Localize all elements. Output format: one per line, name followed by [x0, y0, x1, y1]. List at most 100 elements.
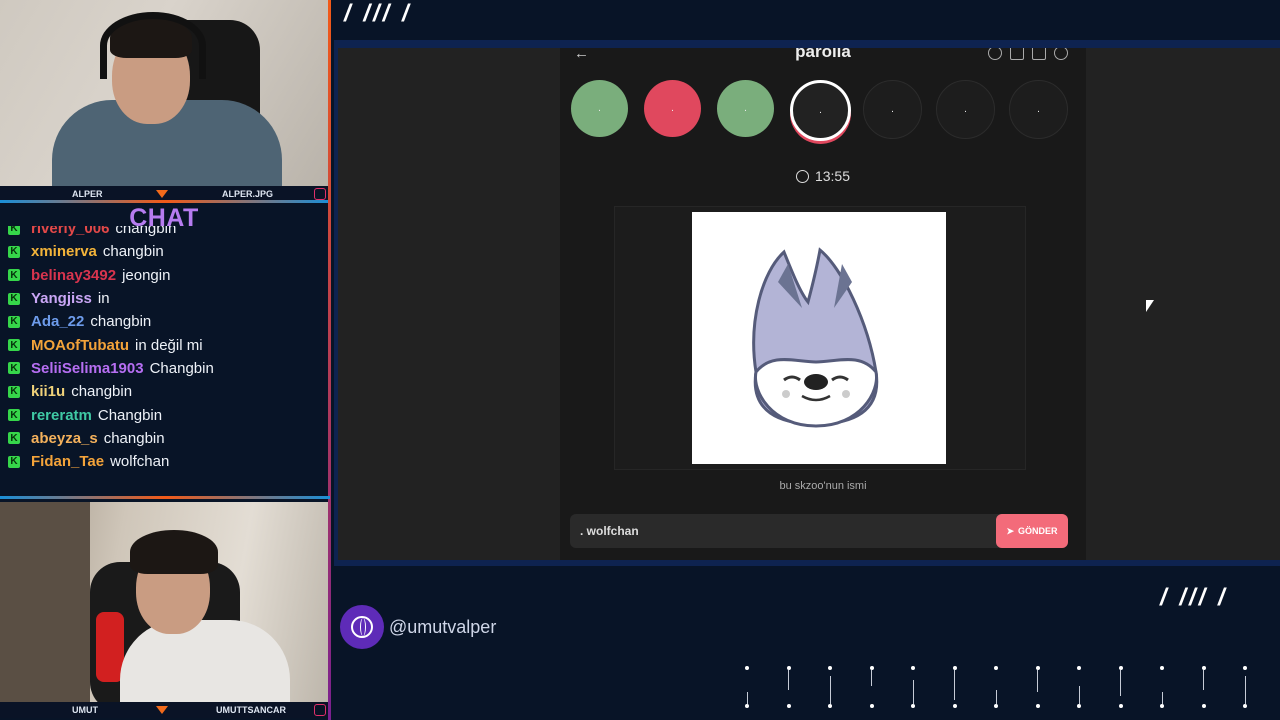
dot-column [1077, 666, 1081, 708]
chat-message: K Yangjiss in [8, 287, 326, 310]
instagram-icon [314, 704, 326, 716]
chat-message: K MOAofTubatu in değil mi [8, 333, 326, 356]
chat-text: in [97, 290, 110, 308]
streamer-name: UMUT [72, 705, 98, 715]
chat-text: wolfchan [110, 453, 170, 471]
progress-circle-pending: . [936, 80, 995, 139]
dot-column [1160, 666, 1164, 708]
platform-badge-icon: K [8, 339, 20, 352]
chat-message: Kriverly_006 changbin [8, 226, 326, 240]
platform-badge-icon: K [8, 226, 20, 235]
webcam-bottom [0, 502, 328, 702]
chat-text: changbin [90, 313, 152, 331]
chat-message: Kxminerva changbin [8, 240, 326, 263]
chat-username: Ada_22 [31, 313, 85, 331]
dot-decoration [745, 666, 1247, 708]
chat-list: Kriverly_006 changbin Kxminerva changbin Kbe… [8, 226, 326, 492]
top-icons [988, 48, 1068, 60]
dot-column [1035, 666, 1040, 708]
chat-username: belinay3492 [31, 266, 117, 284]
progress-circle-correct: . [717, 80, 774, 137]
dot-column [786, 666, 791, 708]
slash-decoration: / /// / [344, 0, 412, 27]
clock-icon [795, 170, 809, 183]
vertical-accent-line [328, 0, 331, 720]
triangle-icon [156, 706, 168, 714]
triangle-icon [156, 190, 168, 198]
webcam-top [0, 0, 328, 186]
chat-text: changbin [103, 429, 165, 447]
streamer-handle: ALPER.JPG [222, 189, 274, 199]
chat-username: MOAofTubatu [31, 336, 130, 354]
chat-message: Krereratm Changbin [8, 403, 326, 426]
social-handle: @umutvalper [340, 605, 496, 649]
platform-badge-icon: K [8, 315, 20, 328]
chat-text: changbin [71, 383, 133, 401]
dot-column [1118, 666, 1123, 708]
dot-column [952, 666, 957, 708]
question-image [692, 212, 946, 464]
chat-text: Changbin [97, 406, 163, 424]
chat-message: Kkii1u changbin [8, 380, 326, 403]
platform-badge-icon: K [8, 245, 20, 258]
chat-username: Fidan_Tae [31, 453, 105, 471]
progress-circle-pending: . [863, 80, 922, 139]
platform-badge-icon: K [8, 292, 20, 305]
question-hint: bu skzoo'nun ismi [779, 480, 867, 492]
chat-text: changbin [115, 226, 177, 238]
answer-input-value: . wolfchan [580, 524, 639, 538]
chat-text: jeongin [122, 266, 171, 284]
platform-badge-icon: K [8, 409, 20, 422]
instagram-icon [314, 188, 326, 200]
chat-message: Kbelinay3492 jeongin [8, 264, 326, 287]
progress-circle-correct: . [571, 80, 628, 137]
platform-badge-icon: K [8, 385, 20, 398]
progress-circle-current: . [790, 80, 851, 141]
platform-badge-icon: K [8, 269, 20, 282]
platform-badge-icon: K [8, 432, 20, 445]
info-icon[interactable] [988, 48, 1002, 60]
dot-column [994, 666, 998, 708]
slash-decoration: / /// / [1160, 584, 1228, 611]
globe-icon [340, 605, 384, 649]
platform-badge-icon: K [8, 362, 20, 375]
progress-circle-pending: . [1009, 80, 1068, 139]
headset [100, 12, 206, 79]
chat-icon[interactable] [1032, 48, 1046, 60]
chat-username: Yangjiss [31, 290, 92, 308]
chat-message: K Fidan_Tae wolfchan [8, 450, 326, 473]
answer-input[interactable]: . wolfchan ➤ GÖNDER [570, 514, 1068, 548]
screen-share: ← parolla ....... 13:55 bu skzoo'nun ism… [338, 48, 1280, 560]
chat-message: K SeliiSelima1903 Changbin [8, 357, 326, 380]
stats-icon[interactable] [1010, 48, 1024, 60]
progress-circle-wrong: . [644, 80, 701, 137]
wolf-mascot-icon [752, 247, 879, 428]
person-torso [120, 620, 290, 702]
chat-text: Changbin [149, 359, 214, 377]
timer: 13:55 [560, 168, 1086, 184]
shelf [0, 502, 90, 702]
dot-column [869, 666, 874, 708]
chat-message: Kabeyza_s changbin [8, 427, 326, 450]
divider [0, 496, 330, 499]
dot-column [1201, 666, 1206, 708]
chat-text: changbin [102, 243, 164, 261]
send-label: GÖNDER [1018, 526, 1058, 536]
streamer-handle: UMUTTSANCAR [216, 705, 286, 715]
dot-column [745, 666, 749, 708]
chat-username: rereratm [31, 406, 92, 424]
game-panel: ← parolla ....... 13:55 bu skzoo'nun ism… [560, 48, 1086, 560]
person-hair [130, 530, 218, 574]
divider [0, 200, 330, 203]
dot-column [828, 666, 832, 708]
chat-username: riverly_006 [31, 226, 110, 238]
send-icon: ➤ [1006, 525, 1015, 536]
profile-icon[interactable] [1054, 48, 1068, 60]
platform-badge-icon: K [8, 455, 20, 468]
chat-username: xminerva [31, 243, 97, 261]
mouse-cursor-icon [1146, 300, 1154, 312]
chat-username: SeliiSelima1903 [31, 359, 144, 377]
dot-column [911, 666, 915, 708]
send-button[interactable]: ➤ GÖNDER [996, 514, 1068, 548]
webcam-bottom-bar: UMUT UMUTTSANCAR [0, 702, 328, 718]
